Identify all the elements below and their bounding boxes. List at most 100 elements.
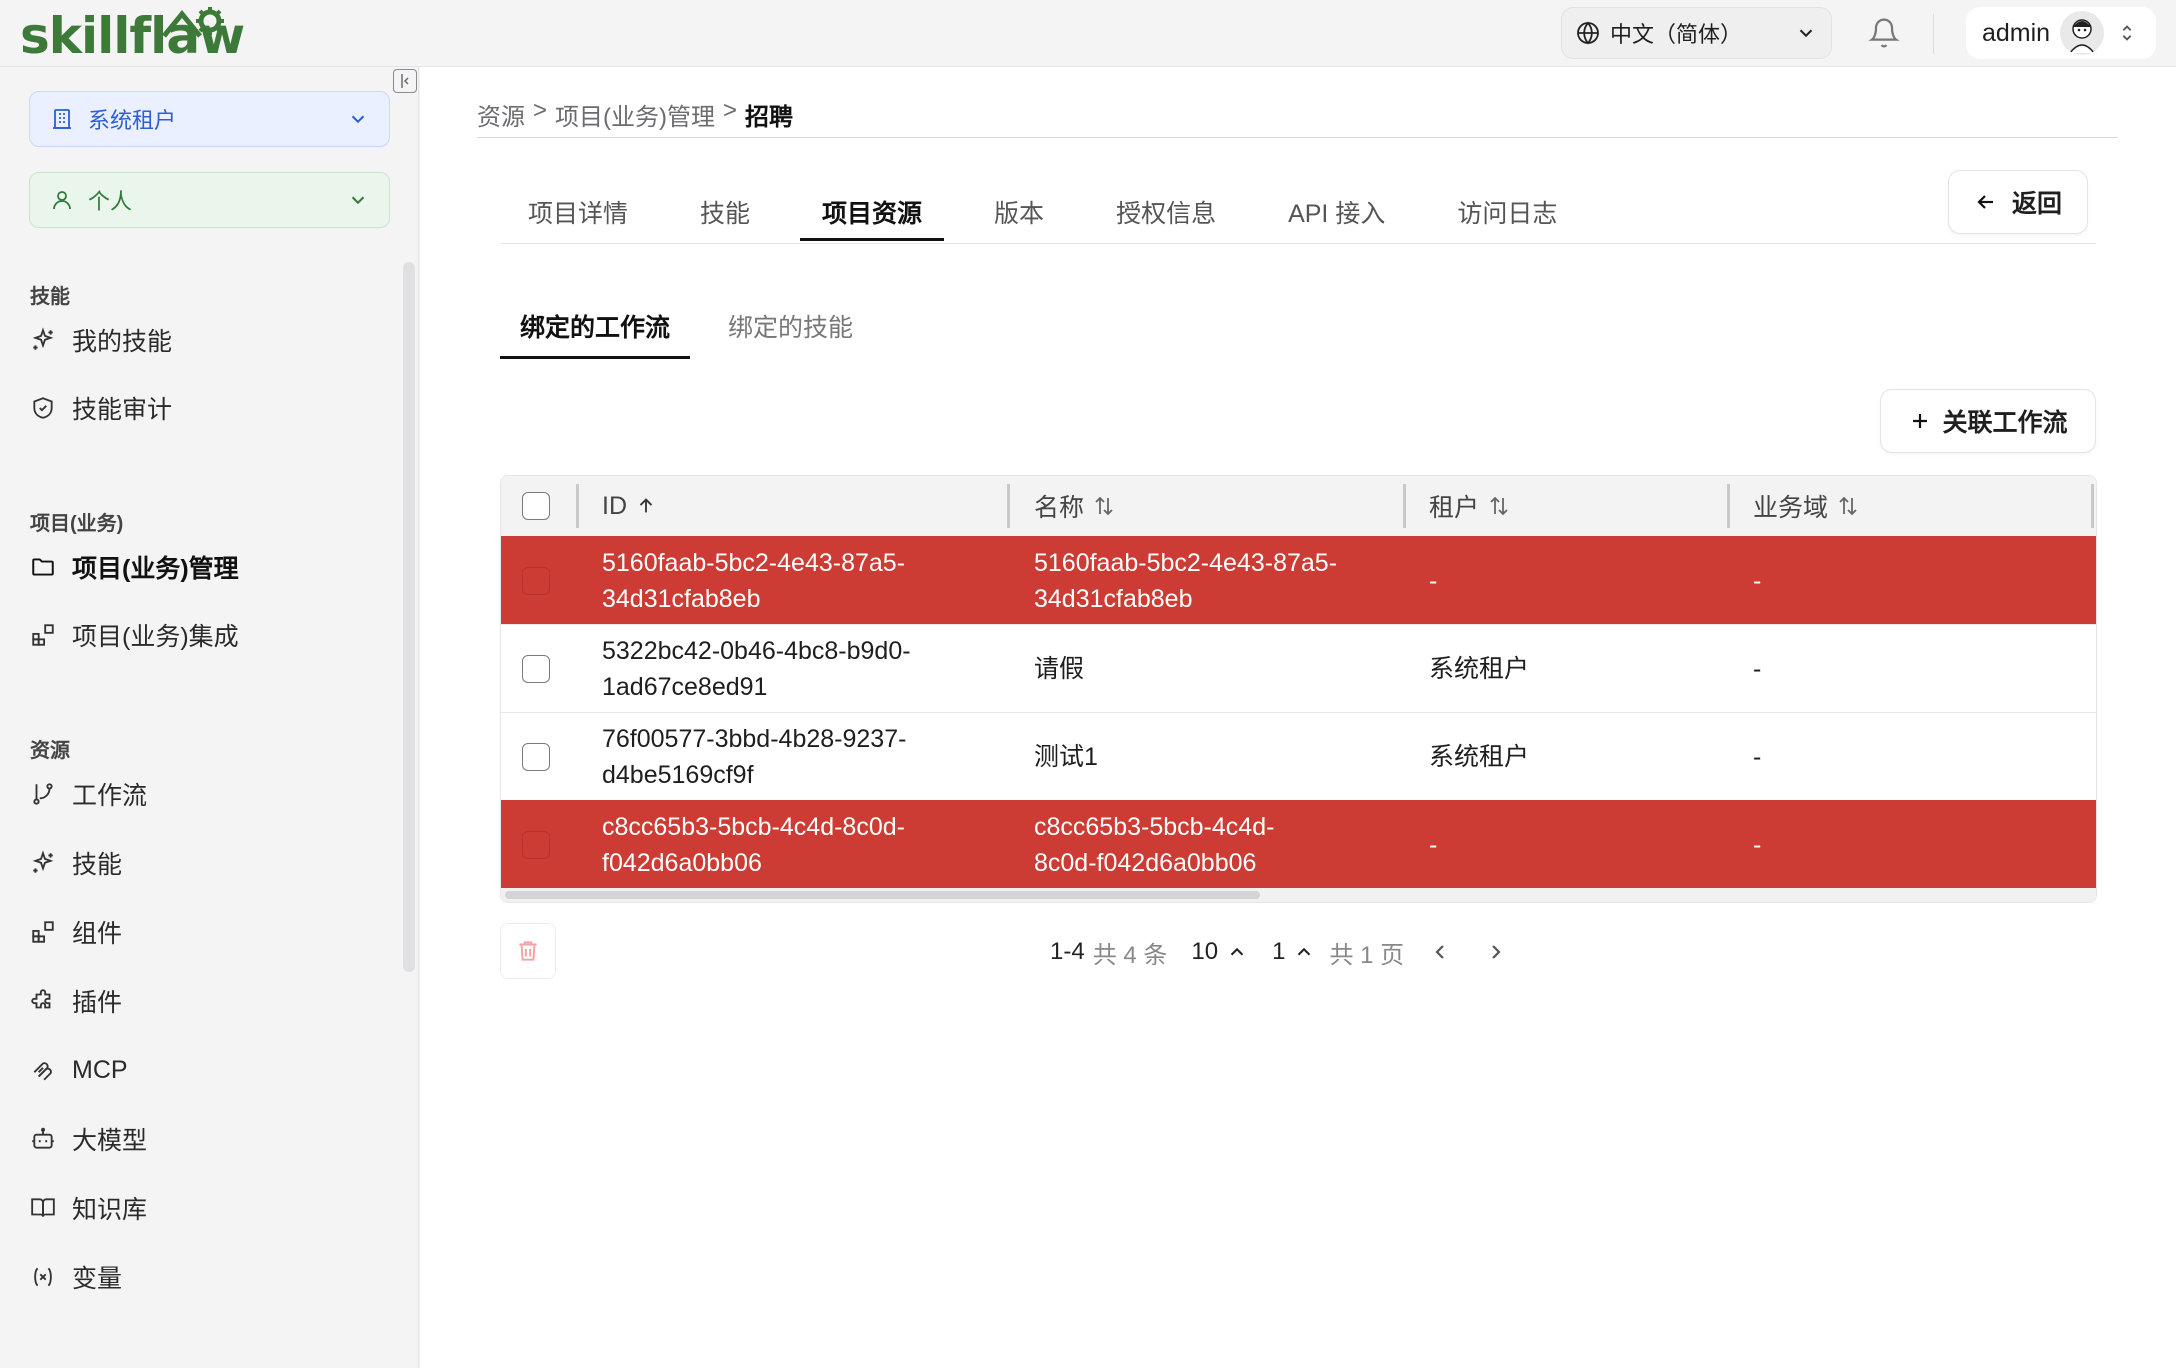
link-workflow-button[interactable]: 关联工作流 <box>1880 389 2096 453</box>
column-header-tenant[interactable]: 租户 <box>1429 476 1511 536</box>
cell-tenant: - <box>1429 567 1438 595</box>
scrollbar-thumb[interactable] <box>505 891 1260 899</box>
tab-project-resources[interactable]: 项目资源 <box>800 187 945 241</box>
column-header-id[interactable]: ID <box>602 476 657 536</box>
globe-icon <box>1577 21 1599 45</box>
avatar-illustration-icon <box>2069 19 2095 53</box>
breadcrumb-current: 招聘 <box>745 104 794 131</box>
bell-icon[interactable] <box>1868 16 1900 50</box>
language-select[interactable]: 中文（简体） <box>1561 7 1832 59</box>
table-row[interactable]: 5160faab-5bc2-4e43-87a5- 34d31cfab8eb 516… <box>501 536 2096 624</box>
column-resizer[interactable] <box>1007 484 1010 528</box>
breadcrumb-link-resources[interactable]: 资源 <box>477 97 525 132</box>
sidebar-item-project-integration[interactable]: 项目(业务)集成 <box>30 615 239 655</box>
divider <box>500 243 2096 244</box>
table-horizontal-scrollbar[interactable] <box>501 888 2096 902</box>
cell-name: c8cc65b3-5bcb-4c4d- 8c0d-f042d6a0bb06 <box>1034 801 1394 889</box>
back-button[interactable]: 返回 <box>1948 170 2088 234</box>
tab-project-details[interactable]: 项目详情 <box>500 187 650 241</box>
sidebar-item-label: MCP <box>72 1055 128 1084</box>
avatar <box>2060 11 2105 55</box>
panel-collapse-icon <box>401 74 409 88</box>
collapse-sidebar-button[interactable] <box>393 69 417 93</box>
sidebar-item-skills[interactable]: 技能 <box>30 843 122 883</box>
building-icon <box>53 109 71 129</box>
resource-subtabs: 绑定的工作流 绑定的技能 <box>500 297 891 359</box>
chevron-left-icon[interactable] <box>1428 940 1452 964</box>
sidebar-item-plugins[interactable]: 插件 <box>30 981 122 1021</box>
sidebar-item-project-management[interactable]: 项目(业务)管理 <box>30 547 239 587</box>
sidebar-item-skill-audit[interactable]: 技能审计 <box>30 388 172 428</box>
link-workflow-label: 关联工作流 <box>1942 409 2068 437</box>
breadcrumb-separator: > <box>533 97 548 124</box>
git-branch-icon <box>30 781 56 807</box>
sidebar: 系统租户 个人 技能 我的技能 技能审计 项目(业务) 项目(业务)管理 项目(… <box>0 67 419 1368</box>
row-checkbox[interactable] <box>522 655 550 683</box>
plus-icon <box>1913 414 1928 428</box>
column-resizer[interactable] <box>576 484 579 528</box>
logo-gear-icon <box>162 7 224 38</box>
tab-access-logs[interactable]: 访问日志 <box>1435 187 1579 241</box>
sidebar-item-knowledge-base[interactable]: 知识库 <box>30 1188 147 1228</box>
row-checkbox[interactable] <box>522 831 550 859</box>
column-header-domain[interactable]: 业务域 <box>1753 476 1860 536</box>
sidebar-scrollbar[interactable] <box>403 262 415 972</box>
pagination-range: 1-4 <box>1050 938 1085 965</box>
chevron-right-icon[interactable] <box>1484 940 1508 964</box>
tab-authorization[interactable]: 授权信息 <box>1094 187 1238 241</box>
table-row[interactable]: 76f00577-3bbd-4b28-9237- d4be5169cf9f 测试1… <box>501 712 2096 800</box>
cell-domain: - <box>1753 567 1762 595</box>
tab-versions[interactable]: 版本 <box>972 187 1066 241</box>
back-button-label: 返回 <box>2011 190 2062 218</box>
project-tabs: 项目详情 技能 项目资源 版本 授权信息 API 接入 访问日志 <box>500 187 1607 241</box>
sidebar-item-workflow[interactable]: 工作流 <box>30 774 147 814</box>
sidebar-item-label: 插件 <box>72 989 123 1017</box>
subtab-bound-skills[interactable]: 绑定的技能 <box>708 297 873 359</box>
cell-text: c8cc65b3-5bcb-4c4d-8c0d- <box>602 813 905 841</box>
logo[interactable]: skillflaw <box>20 4 245 64</box>
scope-select[interactable]: 个人 <box>29 172 390 228</box>
page-size-select[interactable]: 10 <box>1191 938 1248 966</box>
sidebar-item-components[interactable]: 组件 <box>30 912 122 952</box>
breadcrumb: 资源 > 项目(业务)管理 > 招聘 <box>477 97 793 132</box>
blocks-icon <box>30 919 56 945</box>
tab-api-access[interactable]: API 接入 <box>1266 187 1407 241</box>
chevron-down-icon <box>351 196 365 205</box>
language-label: 中文（简体） <box>1610 22 1743 47</box>
mcp-icon <box>30 1057 56 1083</box>
cell-text: 8c0d-f042d6a0bb06 <box>1034 849 1257 877</box>
delete-selected-button[interactable] <box>500 923 556 979</box>
table-row[interactable]: 5322bc42-0b46-4bc8-b9d0- 1ad67ce8ed91 请假 … <box>501 624 2096 712</box>
column-resizer[interactable] <box>1727 484 1730 528</box>
sidebar-item-llm[interactable]: 大模型 <box>30 1119 147 1159</box>
breadcrumb-separator: > <box>723 97 738 124</box>
tenant-select[interactable]: 系统租户 <box>29 91 390 147</box>
column-resizer[interactable] <box>2091 484 2094 528</box>
page-select[interactable]: 1 <box>1272 938 1315 966</box>
blocks-icon <box>30 622 56 648</box>
select-all-checkbox[interactable] <box>522 492 550 520</box>
chevron-up-down-icon <box>2122 25 2132 41</box>
subtab-bound-workflows[interactable]: 绑定的工作流 <box>500 297 691 359</box>
sidebar-item-my-skills[interactable]: 我的技能 <box>30 320 172 360</box>
table-row[interactable]: c8cc65b3-5bcb-4c4d- 8c0d-f042d6a0bb06 c8c… <box>501 800 2096 888</box>
cell-text: 76f00577-3bbd-4b28-9237- <box>602 725 907 753</box>
tab-skills[interactable]: 技能 <box>678 187 772 241</box>
book-icon <box>30 1195 56 1221</box>
sidebar-item-variables[interactable]: 变量 <box>30 1257 122 1297</box>
cell-text: 5160faab-5bc2-4e43-87a5- <box>1034 549 1338 577</box>
breadcrumb-link-projects[interactable]: 项目(业务)管理 <box>555 97 715 132</box>
column-resizer[interactable] <box>1403 484 1406 528</box>
column-label: 名称 <box>1034 494 1085 522</box>
cell-text: c8cc65b3-5bcb-4c4d- <box>1034 813 1275 841</box>
column-header-name[interactable]: 名称 <box>1034 476 1116 536</box>
column-label: 业务域 <box>1753 494 1829 522</box>
sidebar-item-mcp[interactable]: MCP <box>30 1050 128 1090</box>
cell-text: 1ad67ce8ed91 <box>602 673 768 701</box>
sidebar-item-label: 大模型 <box>72 1127 148 1155</box>
cell-name: 测试1 <box>1034 743 1098 771</box>
row-checkbox[interactable] <box>522 743 550 771</box>
user-menu[interactable]: admin <box>1966 7 2156 59</box>
cell-tenant: - <box>1429 831 1438 859</box>
row-checkbox[interactable] <box>522 567 550 595</box>
